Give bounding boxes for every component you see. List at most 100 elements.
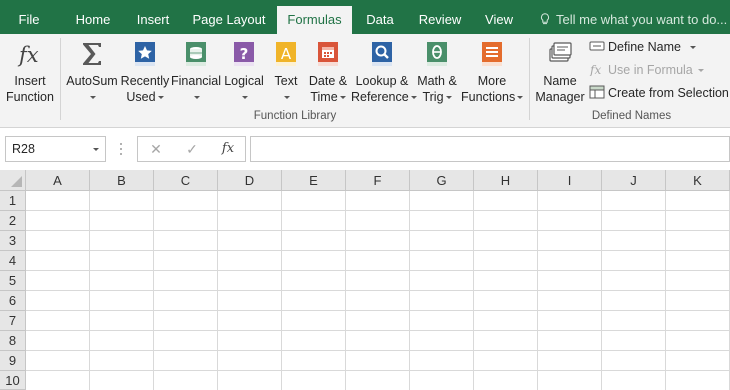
- tab-review[interactable]: Review: [412, 0, 468, 34]
- calendar-book-icon: [318, 42, 338, 66]
- row-header-5[interactable]: 5: [0, 271, 26, 291]
- row-header-2[interactable]: 2: [0, 211, 26, 231]
- cell-area[interactable]: [26, 191, 730, 390]
- name-box-value: R28: [12, 142, 35, 156]
- tell-me-text: Tell me what you want to do...: [556, 12, 728, 27]
- column-header-j[interactable]: J: [602, 170, 666, 191]
- lightbulb-icon: [540, 13, 550, 25]
- ribbon-tab-bar: File Home Insert Page Layout Formulas Da…: [0, 0, 730, 34]
- row-header-1[interactable]: 1: [0, 191, 26, 211]
- row-header-4[interactable]: 4: [0, 251, 26, 271]
- chevron-down-icon: [90, 96, 96, 100]
- insert-function-label-1: Insert: [14, 74, 46, 88]
- chevron-down-icon: [93, 148, 99, 151]
- drag-handle-icon[interactable]: [119, 140, 123, 158]
- define-name-label: Define Name: [608, 40, 681, 54]
- logical-button[interactable]: ? Logical: [222, 36, 266, 112]
- tab-home[interactable]: Home: [64, 0, 122, 34]
- letter-a-book-icon: A: [276, 42, 296, 66]
- row-header-7[interactable]: 7: [0, 311, 26, 331]
- financial-label: Financial: [171, 74, 222, 88]
- column-header-a[interactable]: A: [26, 170, 90, 191]
- coins-book-icon: [186, 42, 206, 66]
- chevron-down-icon: [242, 96, 248, 100]
- column-header-g[interactable]: G: [410, 170, 474, 191]
- insert-function-label-2: Function: [6, 90, 54, 104]
- svg-text:A: A: [281, 45, 292, 63]
- column-header-k[interactable]: K: [666, 170, 730, 191]
- create-from-selection-button[interactable]: Create from Selection: [589, 83, 729, 103]
- financial-button[interactable]: Financial: [171, 36, 221, 112]
- use-in-formula-button[interactable]: fx Use in Formula: [589, 60, 705, 80]
- more-functions-label-1: More: [477, 74, 507, 88]
- insert-function-button[interactable]: fx Insert Function: [2, 36, 58, 112]
- select-all-triangle-icon: [11, 176, 22, 187]
- row-header-6[interactable]: 6: [0, 291, 26, 311]
- function-library-group-label: Function Library: [253, 110, 337, 122]
- row-header-3[interactable]: 3: [0, 231, 26, 251]
- tab-file[interactable]: File: [0, 0, 58, 34]
- more-functions-button[interactable]: More Functions: [461, 36, 524, 112]
- formula-bar: R28 ✕ ✓ fx: [0, 128, 730, 170]
- name-manager-button[interactable]: Name Manager: [533, 36, 587, 112]
- column-header-h[interactable]: H: [474, 170, 538, 191]
- star-book-icon: [135, 42, 155, 66]
- formula-buttons: ✕ ✓ fx: [137, 136, 246, 162]
- enter-entry-button[interactable]: ✓: [176, 137, 208, 161]
- tab-data[interactable]: Data: [356, 0, 404, 34]
- chevron-down-icon: [517, 96, 524, 100]
- use-in-formula-label: Use in Formula: [608, 63, 693, 77]
- text-button[interactable]: A Text: [267, 36, 305, 112]
- cancel-entry-button[interactable]: ✕: [140, 137, 172, 161]
- chevron-down-icon: [445, 96, 452, 100]
- column-header-d[interactable]: D: [218, 170, 282, 191]
- autosum-button[interactable]: AutoSum: [65, 36, 119, 112]
- recently-used-label-1: Recently: [120, 74, 170, 88]
- ribbon-separator: [529, 38, 530, 120]
- tab-formulas[interactable]: Formulas: [277, 6, 352, 34]
- tab-view[interactable]: View: [476, 0, 522, 34]
- row-header-9[interactable]: 9: [0, 351, 26, 371]
- question-book-icon: ?: [234, 42, 254, 66]
- math-trig-label-2: Trig: [422, 90, 444, 104]
- chevron-down-icon: [698, 69, 705, 73]
- column-header-i[interactable]: I: [538, 170, 602, 191]
- theta-book-icon: [427, 42, 447, 66]
- svg-text:fx: fx: [17, 43, 39, 67]
- tell-me-search[interactable]: Tell me what you want to do...: [540, 0, 727, 34]
- column-header-b[interactable]: B: [90, 170, 154, 191]
- chevron-down-icon: [157, 96, 164, 100]
- fx-icon: fx: [17, 43, 39, 67]
- column-header-c[interactable]: C: [154, 170, 218, 191]
- defined-names-group-label: Defined Names: [591, 110, 672, 122]
- define-name-button[interactable]: Define Name: [589, 37, 697, 57]
- magnifier-book-icon: [372, 42, 392, 66]
- tag-icon: [549, 42, 572, 62]
- lookup-reference-button[interactable]: Lookup & Reference: [351, 36, 417, 112]
- tab-insert[interactable]: Insert: [124, 0, 182, 34]
- row-header-8[interactable]: 8: [0, 331, 26, 351]
- chevron-down-icon: [339, 96, 346, 100]
- recently-used-label-2: Used: [126, 90, 156, 104]
- recently-used-button[interactable]: Recently Used: [120, 36, 170, 112]
- math-trig-button[interactable]: Math & Trig: [414, 36, 460, 112]
- date-time-button[interactable]: Date & Time: [306, 36, 350, 112]
- chevron-down-icon: [284, 96, 290, 100]
- ribbon-separator: [60, 38, 61, 120]
- autosum-label: AutoSum: [66, 74, 118, 88]
- column-header-f[interactable]: F: [346, 170, 410, 191]
- date-time-label-2: Time: [310, 90, 338, 104]
- fx-small-icon: fx: [589, 63, 601, 76]
- column-header-e[interactable]: E: [282, 170, 346, 191]
- insert-function-fx-button[interactable]: fx: [212, 137, 244, 161]
- select-all-button[interactable]: [0, 170, 26, 191]
- text-label: Text: [274, 74, 298, 88]
- tab-page-layout[interactable]: Page Layout: [186, 0, 272, 34]
- row-header-10[interactable]: 10: [0, 371, 26, 390]
- formula-input[interactable]: [250, 136, 730, 162]
- more-book-icon: [482, 42, 502, 66]
- sigma-icon: [83, 43, 101, 65]
- math-trig-label-1: Math &: [417, 74, 457, 88]
- create-from-selection-label: Create from Selection: [608, 86, 729, 100]
- name-box[interactable]: R28: [5, 136, 106, 162]
